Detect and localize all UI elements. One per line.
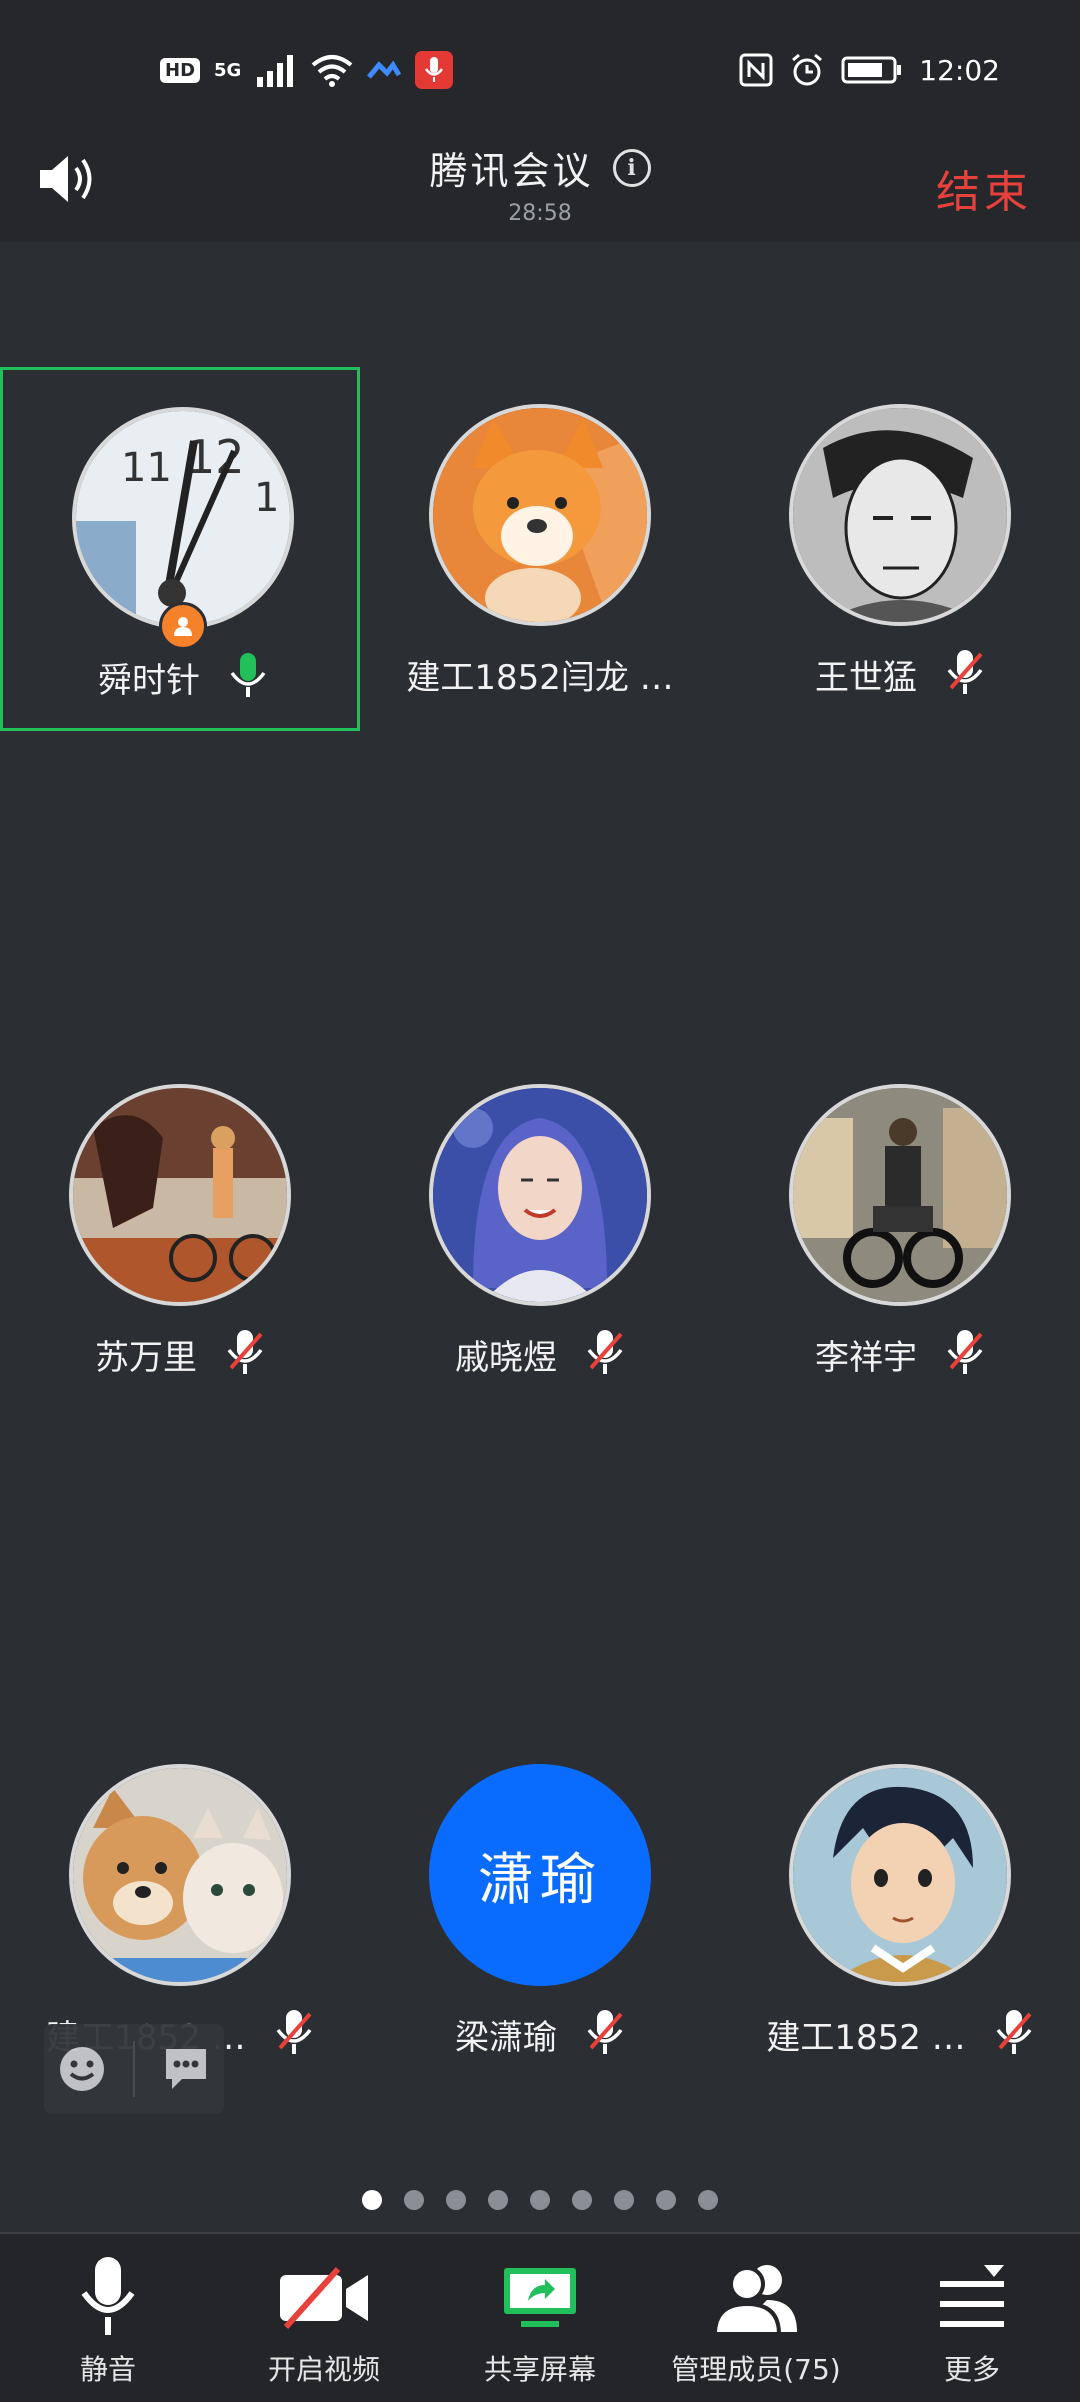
participant-tile[interactable]: 潇瑜梁潇瑜 bbox=[360, 1727, 720, 2091]
mic-muted-icon bbox=[945, 648, 985, 700]
page-dot[interactable] bbox=[488, 2190, 508, 2210]
participant-name: 王世猛 bbox=[815, 657, 917, 698]
page-indicator bbox=[0, 2190, 1080, 2210]
avatar bbox=[429, 1084, 651, 1306]
video-label: 开启视频 bbox=[267, 2353, 380, 2386]
name-row: 苏万里 bbox=[0, 1324, 360, 1384]
participant-tile[interactable]: 建工1852闫龙 … bbox=[360, 367, 720, 731]
hd-badge: HD bbox=[160, 57, 201, 83]
participant-tile[interactable]: 建工1852 … bbox=[720, 1727, 1080, 2091]
meeting-title: 腾讯会议 bbox=[429, 149, 594, 193]
share-screen-icon bbox=[504, 2268, 576, 2327]
signal-icon bbox=[257, 55, 294, 87]
more-label: 更多 bbox=[943, 2353, 1000, 2386]
mic-muted-icon bbox=[585, 2008, 625, 2060]
nfc-icon bbox=[739, 53, 773, 87]
participant-tile[interactable]: 11 12 1 舜时针 bbox=[0, 367, 360, 731]
avatar bbox=[429, 404, 651, 626]
avatar bbox=[69, 1084, 291, 1306]
page-dot[interactable] bbox=[572, 2190, 592, 2210]
participant-tile[interactable]: 李祥宇 bbox=[720, 1047, 1080, 1411]
recording-mic-icon bbox=[415, 51, 454, 89]
battery-icon bbox=[841, 56, 902, 84]
floating-action-bar bbox=[44, 2024, 224, 2114]
avatar: 潇瑜 bbox=[429, 1764, 651, 1986]
page-dot[interactable] bbox=[698, 2190, 718, 2210]
bottom-toolbar: 静音 开启视频 共享屏幕 管理成员(75) 更多 bbox=[0, 2232, 1080, 2402]
avatar bbox=[789, 1084, 1011, 1306]
alarm-icon bbox=[792, 53, 823, 86]
svg-text:11: 11 bbox=[121, 445, 172, 491]
participant-name: 苏万里 bbox=[95, 1337, 197, 1378]
members-label: 管理成员(75) bbox=[671, 2353, 841, 2386]
participant-name: 建工1852闫龙 … bbox=[406, 657, 674, 698]
participant-tile[interactable]: 王世猛 bbox=[720, 367, 1080, 731]
name-row: 建工1852 … bbox=[720, 2004, 1080, 2064]
svg-text:1: 1 bbox=[254, 475, 279, 521]
page-dot[interactable] bbox=[404, 2190, 424, 2210]
video-off-icon bbox=[280, 2266, 368, 2330]
participant-tile[interactable]: 苏万里 bbox=[0, 1047, 360, 1411]
status-bar: HD 5G 12:02 bbox=[0, 0, 1080, 140]
avatar: 11 12 1 bbox=[72, 407, 294, 629]
page-dot[interactable] bbox=[362, 2190, 382, 2210]
participant-name: 建工1852 … bbox=[766, 2017, 966, 2058]
wifi-icon bbox=[312, 55, 353, 87]
host-badge-icon bbox=[159, 602, 207, 650]
name-row: 李祥宇 bbox=[720, 1324, 1080, 1384]
page-dot[interactable] bbox=[446, 2190, 466, 2210]
emoji-icon[interactable] bbox=[56, 2043, 108, 2095]
mic-muted-icon bbox=[225, 1328, 265, 1380]
mute-button[interactable]: 静音 bbox=[0, 2234, 216, 2402]
mic-muted-icon bbox=[945, 1328, 985, 1380]
meeting-timer: 28:58 bbox=[508, 201, 572, 226]
mic-muted-icon bbox=[994, 2008, 1034, 2060]
share-label: 共享屏幕 bbox=[483, 2353, 596, 2386]
participant-name: 舜时针 bbox=[98, 660, 200, 701]
avatar bbox=[789, 404, 1011, 626]
name-row: 王世猛 bbox=[720, 644, 1080, 704]
avatar bbox=[789, 1764, 1011, 1986]
members-icon bbox=[712, 2265, 797, 2336]
start-video-button[interactable]: 开启视频 bbox=[216, 2234, 432, 2402]
info-icon[interactable]: i bbox=[612, 148, 651, 187]
mute-label: 静音 bbox=[79, 2353, 136, 2386]
participant-name: 梁潇瑜 bbox=[455, 2017, 557, 2058]
name-row: 建工1852闫龙 … bbox=[360, 644, 720, 704]
participant-name: 戚晓煜 bbox=[455, 1337, 557, 1378]
name-row: 舜时针 bbox=[3, 647, 363, 707]
network-type: 5G bbox=[214, 59, 242, 81]
mic-muted-icon bbox=[274, 2008, 314, 2060]
more-button[interactable]: 更多 bbox=[864, 2234, 1080, 2402]
meeting-app-icon bbox=[367, 60, 402, 79]
avatar bbox=[69, 1764, 291, 1986]
page-dot[interactable] bbox=[614, 2190, 634, 2210]
share-screen-button[interactable]: 共享屏幕 bbox=[432, 2234, 648, 2402]
chat-icon[interactable] bbox=[160, 2043, 212, 2095]
participant-tile[interactable]: 戚晓煜 bbox=[360, 1047, 720, 1411]
more-menu-icon bbox=[940, 2265, 1004, 2327]
clock-time: 12:02 bbox=[919, 53, 1000, 87]
microphone-icon bbox=[81, 2257, 135, 2335]
name-row: 梁潇瑜 bbox=[360, 2004, 720, 2064]
participant-name: 李祥宇 bbox=[815, 1337, 917, 1378]
manage-members-button[interactable]: 管理成员(75) bbox=[648, 2234, 864, 2402]
name-row: 戚晓煜 bbox=[360, 1324, 720, 1384]
mic-active-icon bbox=[228, 651, 268, 703]
meeting-header: 腾讯会议 i 28:58 结束 bbox=[0, 140, 1080, 242]
page-dot[interactable] bbox=[530, 2190, 550, 2210]
page-dot[interactable] bbox=[656, 2190, 676, 2210]
mic-muted-icon bbox=[585, 1328, 625, 1380]
end-meeting-button[interactable]: 结束 bbox=[936, 156, 1032, 220]
